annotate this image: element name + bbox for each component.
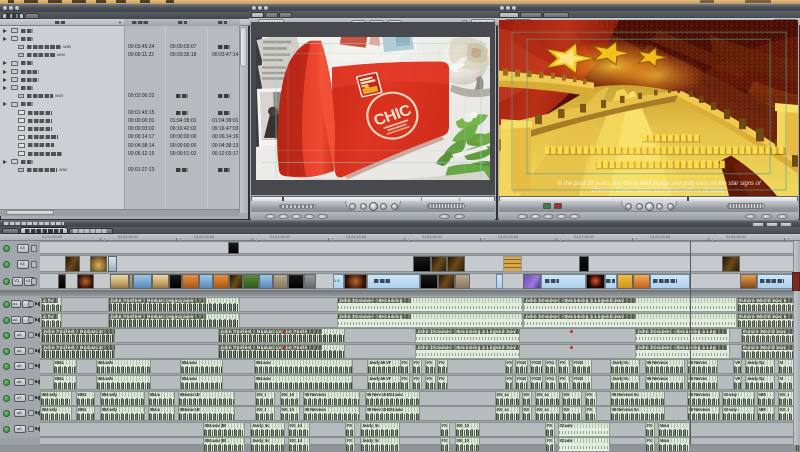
svg-text:In the past 30 years, the Grea: In the past 30 years, the Great Wall ima…	[557, 181, 762, 187]
svg-text:Chinese Tourist Hotels have be: Chinese Tourist Hotels have been with us…	[591, 188, 726, 194]
